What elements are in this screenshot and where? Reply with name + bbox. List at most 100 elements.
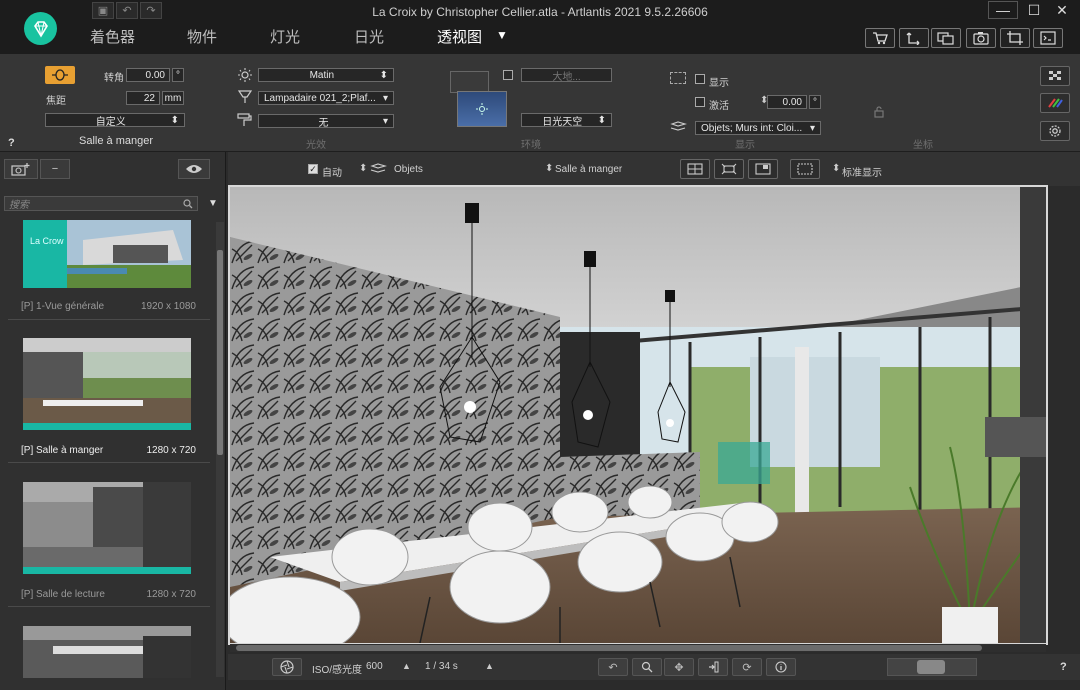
tab-dropdown-icon[interactable]: ▼ xyxy=(496,28,508,42)
save-icon[interactable]: ▣ xyxy=(92,2,114,19)
palette-icon[interactable] xyxy=(1040,93,1070,113)
close-button[interactable]: ✕ xyxy=(1044,0,1080,20)
tab-sun[interactable]: 日光 xyxy=(354,26,384,47)
tab-lights[interactable]: 灯光 xyxy=(270,26,300,47)
camera-lens-icon[interactable] xyxy=(45,66,75,84)
lock-icon[interactable] xyxy=(873,106,885,121)
render-viewport[interactable] xyxy=(228,185,1048,645)
ground-input[interactable]: 大地... xyxy=(521,68,612,83)
thumbnail-image xyxy=(23,338,191,430)
lamp-select[interactable]: Lampadaire 021_2;Plaf... ▾ xyxy=(258,91,394,105)
pan-icon[interactable]: ✥ xyxy=(664,658,694,676)
undo-icon[interactable]: ↶ xyxy=(116,2,138,19)
back-arrow-icon[interactable]: ↶ xyxy=(598,658,628,676)
display-value-input[interactable]: 0.00 xyxy=(767,95,807,109)
view-thumbnail-salle-de-lecture[interactable] xyxy=(23,482,191,574)
show-checkbox[interactable] xyxy=(695,74,705,84)
environment-group-label: 环境 xyxy=(521,140,541,151)
visibility-button[interactable] xyxy=(178,159,210,179)
iso-up-icon[interactable]: ▲ xyxy=(402,661,411,671)
layers-icon xyxy=(669,121,688,136)
lamp-icon[interactable] xyxy=(237,90,253,107)
checker-icon[interactable] xyxy=(1040,66,1070,86)
frame-split-icon[interactable] xyxy=(680,159,710,179)
sky-sun-icon xyxy=(476,103,488,115)
activate-checkbox[interactable] xyxy=(695,97,705,107)
auto-checkbox[interactable]: ✓ xyxy=(308,164,318,174)
help-icon[interactable]: ? xyxy=(8,137,15,149)
console-icon[interactable] xyxy=(1033,28,1063,48)
view-spinner-icon[interactable]: ⬍ xyxy=(545,163,553,174)
ground-checkbox[interactable] xyxy=(503,70,513,80)
angle-label: 转角 xyxy=(104,73,124,84)
search-input[interactable]: 搜索 xyxy=(9,196,29,211)
shutter-value[interactable]: 1 / 34 s xyxy=(425,661,458,672)
view-name-label: Salle à manger xyxy=(79,135,153,147)
info-icon[interactable] xyxy=(766,658,796,676)
view-dropdown[interactable]: Salle à manger xyxy=(555,164,622,175)
display-mode-dropdown[interactable]: 标准显示 xyxy=(842,164,882,179)
redo-icon[interactable]: ↷ xyxy=(140,2,162,19)
tab-perspective[interactable]: 透视图 xyxy=(437,26,482,47)
walk-icon[interactable] xyxy=(698,658,728,676)
settings-gear-icon[interactable] xyxy=(1040,121,1070,141)
layers-icon xyxy=(369,163,388,178)
time-select[interactable]: Matin ⬍ xyxy=(258,68,394,82)
search-box[interactable]: 搜索 xyxy=(4,196,198,211)
grid-overlay-icon[interactable] xyxy=(790,159,820,179)
paint-select[interactable]: 无 ▾ xyxy=(258,114,394,129)
minimize-button[interactable]: — xyxy=(988,1,1018,19)
objects-select[interactable]: Objets; Murs int: Cloi... ▾ xyxy=(695,121,821,135)
bounding-box-icon xyxy=(670,72,686,84)
filter-dropdown-icon[interactable]: ▼ xyxy=(208,198,218,209)
thumbnail-image xyxy=(23,220,191,288)
view-name: [P] Salle à manger xyxy=(21,445,104,456)
shutter-up-icon[interactable]: ▲ xyxy=(485,661,494,671)
objects-dropdown[interactable]: Objets xyxy=(394,164,423,175)
zoom-icon[interactable] xyxy=(632,658,662,676)
lighting-group-label: 光效 xyxy=(306,140,326,151)
sun-icon[interactable] xyxy=(237,68,253,85)
ground-swatch[interactable] xyxy=(450,71,489,93)
view-thumbnail-salle-a-manger[interactable] xyxy=(23,338,191,430)
orbit-icon[interactable]: ⟳ xyxy=(732,658,762,676)
aperture-icon[interactable] xyxy=(272,658,302,676)
zoom-slider-handle[interactable] xyxy=(917,660,945,674)
add-view-button[interactable] xyxy=(4,159,38,179)
fit-frame-icon[interactable] xyxy=(714,159,744,179)
remove-view-button[interactable]: − xyxy=(40,159,70,179)
paint-roller-icon[interactable] xyxy=(237,113,253,130)
cart-icon[interactable] xyxy=(865,28,895,48)
thumbnail-image xyxy=(23,626,191,678)
view-size: 1920 x 1080 xyxy=(140,301,196,312)
iso-value[interactable]: 600 xyxy=(366,661,383,672)
view-thumbnail-partial[interactable] xyxy=(23,626,191,678)
view-caption-selected: [P] Salle à manger 1280 x 720 xyxy=(21,445,196,456)
lens-select[interactable]: 自定义 ⬍ xyxy=(45,113,185,128)
tab-objects[interactable]: 物件 xyxy=(187,26,217,47)
region-render-icon[interactable] xyxy=(748,159,778,179)
display-group-label: 显示 xyxy=(735,140,755,151)
sky-preview[interactable] xyxy=(457,91,507,127)
tab-shaders[interactable]: 着色器 xyxy=(90,26,135,47)
sky-select[interactable]: 日光天空 ⬍ xyxy=(521,113,612,128)
crop-icon[interactable] xyxy=(1000,28,1030,48)
help-icon[interactable]: ? xyxy=(1060,661,1067,673)
focal-input[interactable]: 22 xyxy=(126,91,160,105)
angle-input[interactable]: 0.00 xyxy=(126,68,170,82)
viewport-toolbar xyxy=(228,152,1080,186)
rendered-scene xyxy=(230,187,1046,643)
view-caption: [P] Salle de lecture 1280 x 720 xyxy=(21,589,196,600)
artlantis-logo-icon[interactable] xyxy=(24,12,57,45)
sidebar-scroll-thumb[interactable] xyxy=(217,250,223,455)
search-icon[interactable] xyxy=(183,198,193,209)
camera-icon[interactable] xyxy=(966,28,996,48)
windows-icon[interactable] xyxy=(931,28,961,48)
export-icon[interactable] xyxy=(899,28,929,48)
auto-label: 自动 xyxy=(322,168,342,179)
viewport-scroll-thumb[interactable] xyxy=(236,645,982,651)
view-thumbnail-vue-generale[interactable] xyxy=(23,220,191,288)
display-mode-spinner-icon[interactable]: ⬍ xyxy=(832,163,840,174)
objects-spinner-icon[interactable]: ⬍ xyxy=(359,163,367,174)
view-name: [P] 1-Vue générale xyxy=(21,301,105,312)
